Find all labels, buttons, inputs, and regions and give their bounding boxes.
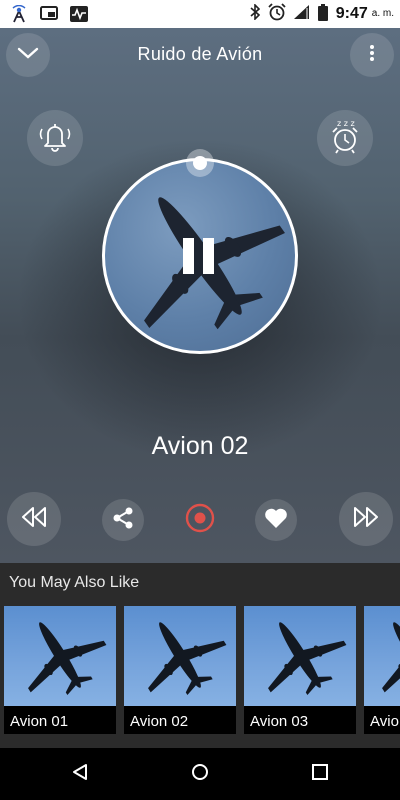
system-nav-bar bbox=[0, 748, 400, 800]
recommendation-card[interactable]: Avion 03 bbox=[244, 606, 356, 734]
battery-icon bbox=[317, 3, 328, 24]
home-button[interactable] bbox=[188, 762, 212, 786]
recents-square-icon bbox=[311, 763, 329, 786]
alarm-clock-zzz-icon: z z z bbox=[327, 117, 363, 160]
track-title: Avion 02 bbox=[151, 432, 249, 460]
recents-button[interactable] bbox=[308, 762, 332, 786]
favorite-button[interactable] bbox=[255, 499, 297, 541]
back-button[interactable] bbox=[68, 762, 92, 786]
screen-cast-icon bbox=[38, 4, 60, 24]
pause-icon bbox=[181, 238, 217, 280]
activity-icon bbox=[68, 4, 90, 24]
menu-button[interactable] bbox=[350, 33, 394, 77]
card-label: Avio bbox=[370, 713, 399, 730]
card-label: Avion 01 bbox=[10, 713, 69, 730]
page-title: Ruido de Avión bbox=[137, 44, 263, 64]
recommendations-section: You May Also Like Avion 01 Avion 02 Avio… bbox=[0, 563, 400, 748]
bell-icon bbox=[37, 119, 73, 158]
back-triangle-icon bbox=[71, 763, 89, 786]
progress-knob[interactable] bbox=[186, 149, 214, 177]
record-button[interactable] bbox=[179, 499, 221, 541]
album-disc[interactable] bbox=[102, 158, 298, 354]
signal-icon bbox=[293, 5, 310, 22]
airplane-thumbnail bbox=[364, 606, 400, 706]
clock-ampm: a. m. bbox=[371, 8, 394, 19]
alarm-button[interactable] bbox=[27, 110, 83, 166]
alarm-status-icon bbox=[268, 3, 286, 24]
bluetooth-icon bbox=[250, 3, 260, 23]
airplane-thumbnail bbox=[4, 606, 116, 706]
rewind-button[interactable] bbox=[7, 492, 61, 546]
pause-button[interactable] bbox=[181, 236, 217, 276]
recommendation-card[interactable]: Avion 02 bbox=[124, 606, 236, 734]
status-bar: 9:47 a. m. bbox=[0, 0, 400, 28]
section-title: You May Also Like bbox=[9, 574, 140, 591]
airplane-thumbnail bbox=[244, 606, 356, 706]
sleep-timer-button[interactable]: z z z bbox=[317, 110, 373, 166]
collapse-button[interactable] bbox=[6, 33, 50, 77]
card-label: Avion 03 bbox=[250, 713, 309, 730]
share-button[interactable] bbox=[102, 499, 144, 541]
antenna-icon bbox=[8, 4, 30, 24]
airplane-thumbnail bbox=[124, 606, 236, 706]
record-icon bbox=[184, 502, 216, 539]
card-label: Avion 02 bbox=[130, 713, 189, 730]
recommendations-list: Avion 01 Avion 02 Avion 03 Avio bbox=[4, 606, 400, 734]
share-icon bbox=[111, 506, 135, 535]
chevron-down-icon bbox=[17, 46, 39, 65]
clock-time: 9:47 bbox=[335, 4, 368, 22]
home-circle-icon bbox=[191, 763, 209, 786]
heart-icon bbox=[264, 507, 288, 534]
fast-forward-icon bbox=[352, 506, 380, 533]
rewind-icon bbox=[20, 506, 48, 533]
fast-forward-button[interactable] bbox=[339, 492, 393, 546]
recommendation-card[interactable]: Avio bbox=[364, 606, 400, 734]
svg-text:z z z: z z z bbox=[337, 119, 355, 128]
recommendation-card[interactable]: Avion 01 bbox=[4, 606, 116, 734]
more-vert-icon bbox=[369, 44, 375, 67]
